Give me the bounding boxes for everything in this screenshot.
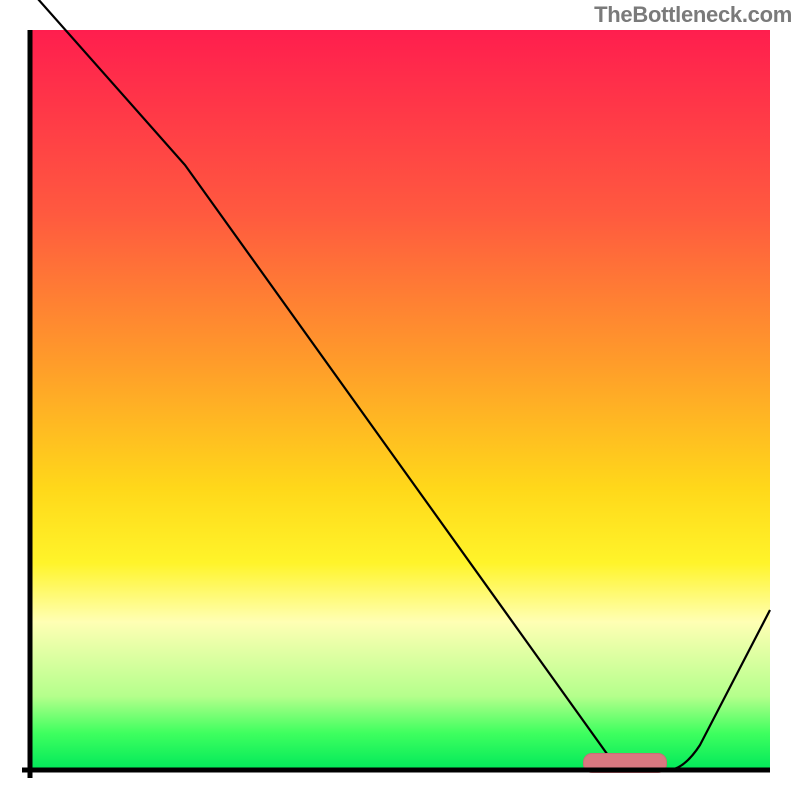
optimal-range-marker [583, 753, 667, 773]
chart-container: TheBottleneck.com [0, 0, 800, 800]
curve-path [30, 0, 770, 770]
watermark-text: TheBottleneck.com [594, 2, 792, 28]
bottleneck-curve [30, 30, 770, 770]
